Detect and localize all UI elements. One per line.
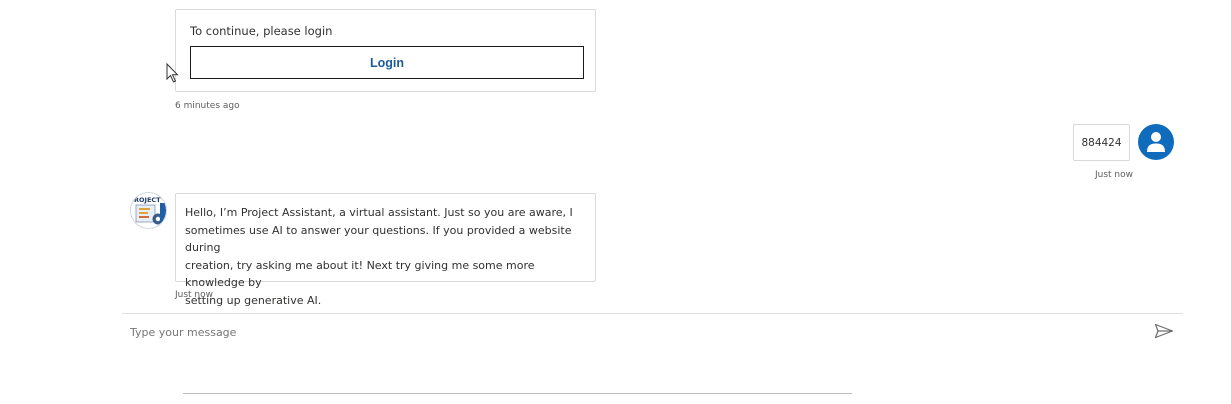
- composer-divider: [122, 313, 1183, 314]
- message-input[interactable]: [130, 322, 1030, 342]
- bot-avatar-text: ROJECT: [134, 196, 161, 204]
- login-timestamp: 6 minutes ago: [175, 101, 240, 111]
- login-card: To continue, please login Login: [175, 9, 596, 92]
- bot-message-line: Hello, I’m Project Assistant, a virtual …: [185, 206, 573, 219]
- bot-message-line: creation, try asking me about it! Next t…: [185, 258, 535, 290]
- project-logo-icon: ROJECT: [131, 193, 166, 228]
- send-icon: [1154, 323, 1174, 339]
- bot-avatar: ROJECT: [130, 192, 167, 229]
- bot-message-line: sometimes use AI to answer your question…: [185, 223, 572, 255]
- bottom-divider: [183, 393, 852, 394]
- bot-message-bubble: Hello, I’m Project Assistant, a virtual …: [175, 193, 596, 307]
- chat-window: To continue, please login Login 6 minute…: [0, 0, 1231, 404]
- login-button[interactable]: Login: [190, 46, 584, 79]
- mouse-cursor-icon: [166, 62, 180, 87]
- send-button[interactable]: [1152, 320, 1176, 342]
- user-message-text: 884424: [1081, 136, 1122, 149]
- bot-message-line: setting up generative AI.: [185, 293, 322, 307]
- user-message-bubble: 884424: [1073, 124, 1130, 161]
- user-message-timestamp: Just now: [1095, 170, 1134, 180]
- person-icon: [1147, 132, 1165, 152]
- login-prompt: To continue, please login: [190, 24, 333, 38]
- bot-message-timestamp: Just now: [175, 290, 214, 300]
- user-avatar: [1138, 124, 1174, 160]
